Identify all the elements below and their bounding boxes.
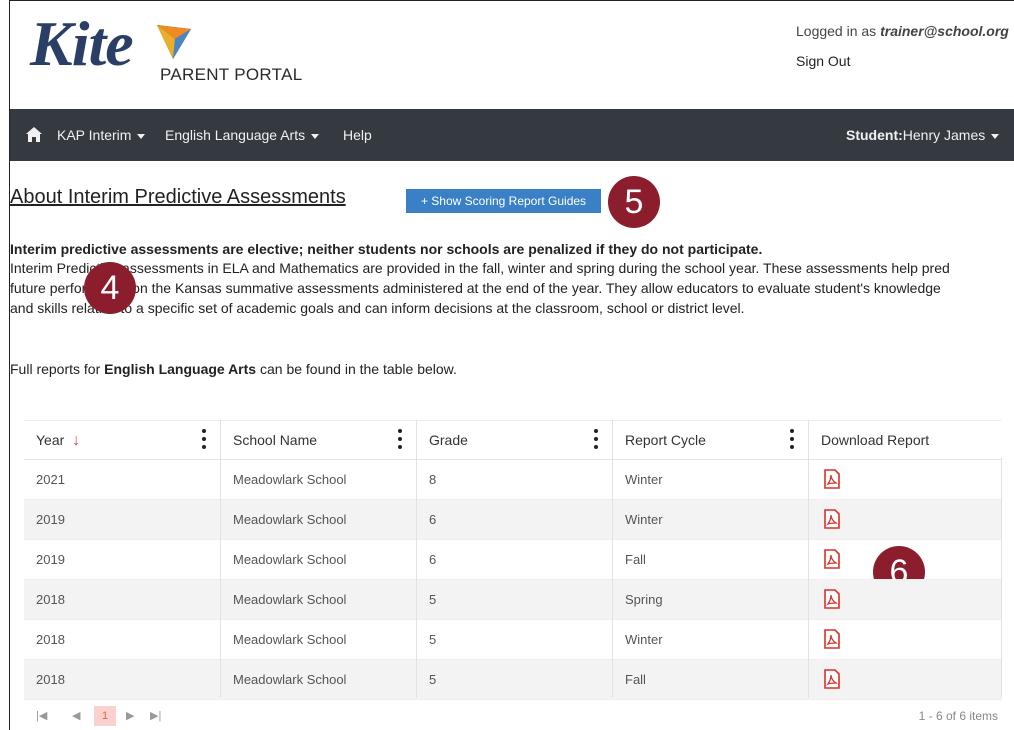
table-row: 2019 Meadowlark School 6 Fall bbox=[24, 540, 1002, 580]
logo-wordmark: Kite bbox=[30, 8, 134, 79]
full-reports-text: Full reports for English Language Arts c… bbox=[10, 361, 457, 377]
grade-cell: 6 bbox=[429, 512, 437, 527]
show-scoring-guides-button[interactable]: + Show Scoring Report Guides bbox=[406, 189, 601, 213]
pdf-download-icon[interactable] bbox=[823, 589, 841, 609]
table-body: 2021 Meadowlark School 8 Winter 2019 Meadowla… bbox=[24, 460, 1002, 700]
callout-badge-4: 4 bbox=[84, 262, 136, 314]
table-header: Year ↓ School Name Grade Report Cycle Dow… bbox=[24, 420, 1002, 460]
column-divider bbox=[808, 420, 809, 698]
logged-in-prefix: Logged in as bbox=[796, 23, 881, 39]
assessment-label: KAP Interim bbox=[57, 127, 132, 143]
cycle-cell: Winter bbox=[625, 512, 663, 527]
pdf-download-icon[interactable] bbox=[823, 669, 841, 689]
year-cell: 2018 bbox=[36, 592, 65, 607]
col-header-year[interactable]: Year ↓ bbox=[36, 421, 80, 459]
description-line: future performance on the Kansas summati… bbox=[10, 280, 941, 296]
column-divider bbox=[612, 420, 613, 698]
school-cell: Meadowlark School bbox=[233, 512, 347, 527]
student-dropdown[interactable]: Student:Henry James bbox=[846, 109, 1000, 161]
col-header-label: Year bbox=[36, 432, 65, 448]
kite-icon bbox=[157, 25, 191, 59]
site-header: Kite PARENT PORTAL Logged in as trainer@… bbox=[10, 1, 1014, 109]
table-row: 2018 Meadowlark School 5 Fall bbox=[24, 660, 1002, 700]
subject-dropdown[interactable]: English Language Arts bbox=[165, 109, 320, 161]
table-row: 2018 Meadowlark School 5 Spring bbox=[24, 580, 1002, 620]
column-divider bbox=[416, 420, 417, 698]
pdf-download-icon[interactable] bbox=[823, 629, 841, 649]
grade-cell: 8 bbox=[429, 472, 437, 487]
sign-out-link[interactable]: Sign Out bbox=[796, 53, 1014, 69]
about-assessments-link[interactable]: About Interim Predictive Assessments bbox=[10, 186, 346, 209]
table-row: 2021 Meadowlark School 8 Winter bbox=[24, 460, 1002, 500]
school-cell: Meadowlark School bbox=[233, 632, 347, 647]
prev-page-button[interactable]: ◀ bbox=[72, 706, 80, 726]
elective-notice: Interim predictive assessments are elect… bbox=[10, 241, 763, 257]
column-menu-icon[interactable] bbox=[594, 429, 598, 451]
kite-logo[interactable]: Kite PARENT PORTAL bbox=[30, 7, 310, 97]
cycle-cell: Fall bbox=[625, 552, 646, 567]
grade-cell: 5 bbox=[429, 592, 437, 607]
student-name: Henry James bbox=[902, 127, 986, 143]
grade-cell: 6 bbox=[429, 552, 437, 567]
pdf-download-icon[interactable] bbox=[823, 549, 841, 569]
home-button[interactable] bbox=[26, 109, 42, 161]
column-divider bbox=[1001, 458, 1002, 698]
full-reports-subject: English Language Arts bbox=[104, 361, 257, 377]
assessment-dropdown[interactable]: KAP Interim bbox=[57, 109, 146, 161]
chevron-down-icon bbox=[991, 133, 1000, 139]
pdf-download-icon[interactable] bbox=[823, 509, 841, 529]
grade-cell: 5 bbox=[429, 672, 437, 687]
column-menu-icon[interactable] bbox=[398, 429, 402, 451]
col-header-cycle[interactable]: Report Cycle bbox=[625, 421, 706, 459]
school-cell: Meadowlark School bbox=[233, 552, 347, 567]
col-header-school[interactable]: School Name bbox=[233, 421, 317, 459]
page-number-current[interactable]: 1 bbox=[94, 706, 116, 726]
student-label: Student: bbox=[846, 127, 903, 143]
pager-item-count: 1 - 6 of 6 items bbox=[918, 709, 998, 723]
table-row: 2019 Meadowlark School 6 Winter bbox=[24, 500, 1002, 540]
help-link[interactable]: Help bbox=[343, 109, 372, 161]
year-cell: 2018 bbox=[36, 672, 65, 687]
year-cell: 2019 bbox=[36, 552, 65, 567]
table-pager: |◀ ◀ 1 ▶ ▶| 1 - 6 of 6 items bbox=[10, 700, 1014, 730]
col-header-download: Download Report bbox=[821, 432, 930, 448]
callout-badge-5: 5 bbox=[608, 176, 660, 228]
full-reports-prefix: Full reports for bbox=[10, 361, 105, 377]
full-reports-suffix: can be found in the table below. bbox=[256, 361, 457, 377]
grade-cell: 5 bbox=[429, 632, 437, 647]
description-line: Interim Predictive assessments in ELA an… bbox=[10, 260, 950, 276]
year-cell: 2021 bbox=[36, 472, 65, 487]
cycle-cell: Winter bbox=[625, 472, 663, 487]
chevron-down-icon bbox=[311, 133, 320, 139]
user-area: Logged in as trainer@school.org Sign Out bbox=[796, 23, 1014, 83]
last-page-button[interactable]: ▶| bbox=[150, 706, 161, 726]
school-cell: Meadowlark School bbox=[233, 672, 347, 687]
pdf-download-icon[interactable] bbox=[823, 469, 841, 489]
year-cell: 2019 bbox=[36, 512, 65, 527]
reports-table: Year ↓ School Name Grade Report Cycle Dow… bbox=[24, 420, 1002, 700]
user-email: trainer@school.org bbox=[880, 23, 1009, 39]
description-paragraph: Interim Predictive assessments in ELA an… bbox=[10, 258, 1014, 318]
sort-down-icon: ↓ bbox=[72, 432, 81, 449]
year-cell: 2018 bbox=[36, 632, 65, 647]
cycle-cell: Winter bbox=[625, 632, 663, 647]
description-line: and skills relative to a specific set of… bbox=[10, 300, 745, 316]
table-row: 2018 Meadowlark School 5 Winter bbox=[24, 620, 1002, 660]
school-cell: Meadowlark School bbox=[233, 472, 347, 487]
cycle-cell: Fall bbox=[625, 672, 646, 687]
cycle-cell: Spring bbox=[625, 592, 663, 607]
school-cell: Meadowlark School bbox=[233, 592, 347, 607]
col-header-grade[interactable]: Grade bbox=[429, 421, 468, 459]
column-menu-icon[interactable] bbox=[202, 429, 206, 451]
subject-label: English Language Arts bbox=[165, 127, 306, 143]
main-navbar: KAP Interim English Language Arts Help S… bbox=[10, 109, 1014, 161]
home-icon bbox=[26, 127, 42, 143]
next-page-button[interactable]: ▶ bbox=[126, 706, 134, 726]
logged-in-text: Logged in as trainer@school.org bbox=[796, 23, 1014, 39]
column-menu-icon[interactable] bbox=[790, 429, 794, 451]
first-page-button[interactable]: |◀ bbox=[36, 706, 47, 726]
chevron-down-icon bbox=[137, 133, 146, 139]
column-divider bbox=[220, 420, 221, 698]
logo-subtitle: PARENT PORTAL bbox=[160, 65, 303, 84]
